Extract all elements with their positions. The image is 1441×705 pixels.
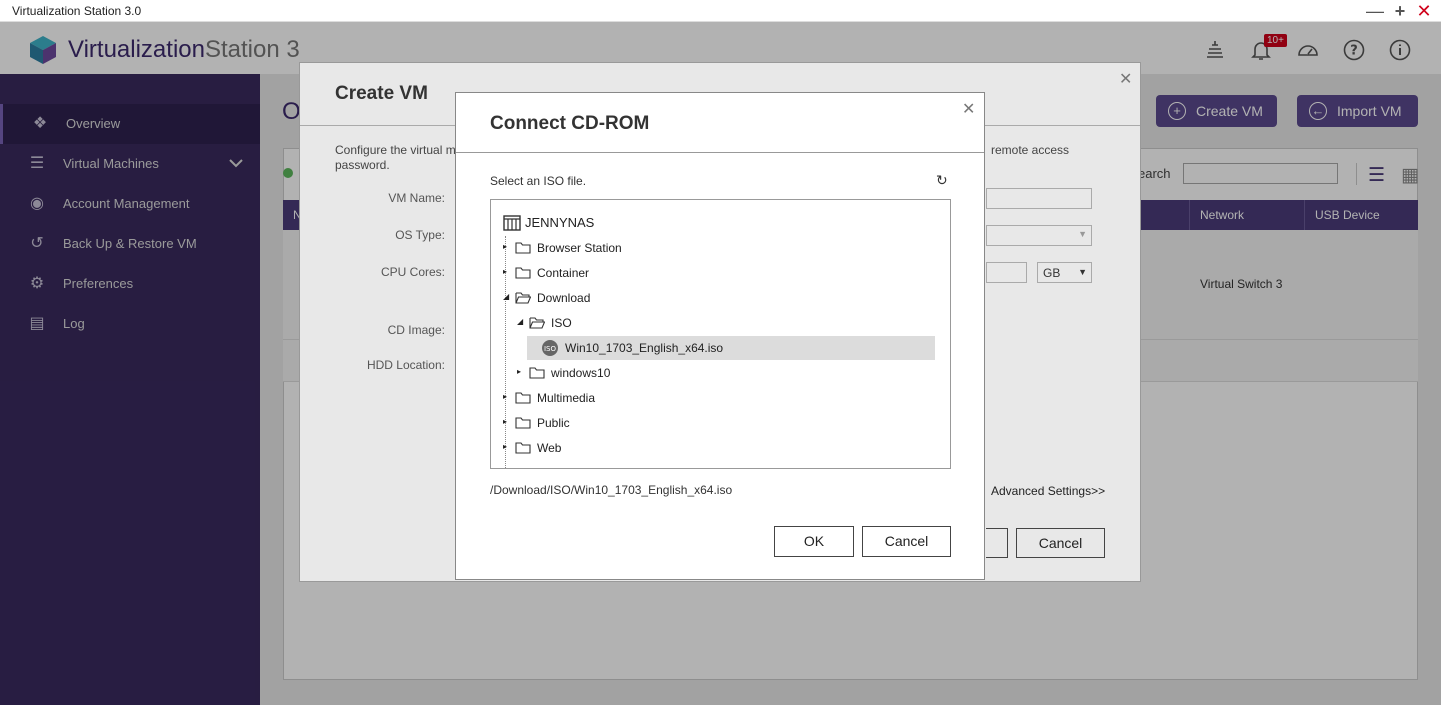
tree-item-label: Web — [537, 441, 562, 455]
iso-disc-icon: ISO — [541, 339, 558, 356]
expand-arrow-icon[interactable]: ▸ — [503, 392, 507, 401]
folder-item[interactable]: ▸ Multimedia — [491, 386, 949, 410]
collapse-arrow-icon[interactable]: ◢ — [503, 292, 509, 301]
minimize-icon[interactable]: — — [1366, 2, 1384, 20]
ok-button[interactable]: OK — [774, 526, 854, 557]
tree-root[interactable]: JENNYNAS — [503, 211, 943, 235]
file-tree[interactable]: JENNYNAS ▸ Browser Station ▸ Container ◢ Down… — [490, 199, 951, 469]
folder-item[interactable]: ▸ Browser Station — [491, 236, 949, 260]
refresh-icon[interactable]: ↻ — [936, 172, 948, 189]
expand-arrow-icon[interactable]: ▸ — [503, 442, 507, 451]
collapse-arrow-icon[interactable]: ◢ — [517, 317, 523, 326]
cancel-button[interactable]: Cancel — [862, 526, 951, 557]
tree-item-label: ISO — [551, 316, 572, 330]
expand-arrow-icon[interactable]: ▸ — [503, 267, 507, 276]
maximize-icon[interactable]: + — [1391, 2, 1409, 20]
folder-item[interactable]: ▸ Web — [491, 436, 949, 460]
nas-server-icon — [503, 215, 521, 231]
tree-item-label: windows10 — [551, 366, 611, 380]
iso-file-item[interactable]: ISO Win10_1703_English_x64.iso — [527, 336, 935, 360]
folder-item[interactable]: ◢ ISO — [491, 311, 949, 335]
tree-item-label: Public — [537, 416, 570, 430]
close-icon[interactable]: ✕ — [962, 99, 975, 119]
folder-item[interactable]: ▸ Container — [491, 261, 949, 285]
expand-arrow-icon[interactable]: ▸ — [503, 417, 507, 426]
folder-icon — [515, 391, 531, 404]
folder-icon — [515, 266, 531, 279]
folder-item[interactable]: ▸ Public — [491, 411, 949, 435]
dialog-title: Connect CD-ROM — [490, 113, 650, 134]
folder-icon — [515, 441, 531, 454]
connect-cdrom-dialog: Connect CD-ROM ✕ Select an ISO file. ↻ J… — [455, 92, 985, 580]
window-title: Virtualization Station 3.0 — [12, 4, 142, 18]
folder-icon — [515, 241, 531, 254]
folder-icon — [529, 366, 545, 379]
folder-open-icon — [529, 316, 546, 329]
select-prompt: Select an ISO file. — [490, 174, 587, 188]
expand-arrow-icon[interactable]: ▸ — [503, 242, 507, 251]
svg-text:ISO: ISO — [544, 345, 557, 353]
selected-path: /Download/ISO/Win10_1703_English_x64.iso — [490, 483, 733, 497]
folder-open-icon — [515, 291, 532, 304]
window-titlebar: Virtualization Station 3.0 — + ✕ — [0, 0, 1441, 22]
tree-item-label: Win10_1703_English_x64.iso — [565, 341, 724, 355]
folder-item[interactable]: ▸ windows10 — [491, 361, 949, 385]
folder-icon — [515, 416, 531, 429]
tree-item-label: Container — [537, 266, 590, 280]
tree-item-label: Multimedia — [537, 391, 596, 405]
close-window-icon[interactable]: ✕ — [1415, 2, 1433, 20]
tree-item-label: Browser Station — [537, 241, 622, 255]
tree-item-label: Download — [537, 291, 591, 305]
folder-item[interactable]: ◢ Download — [491, 286, 949, 310]
expand-arrow-icon[interactable]: ▸ — [517, 367, 521, 376]
